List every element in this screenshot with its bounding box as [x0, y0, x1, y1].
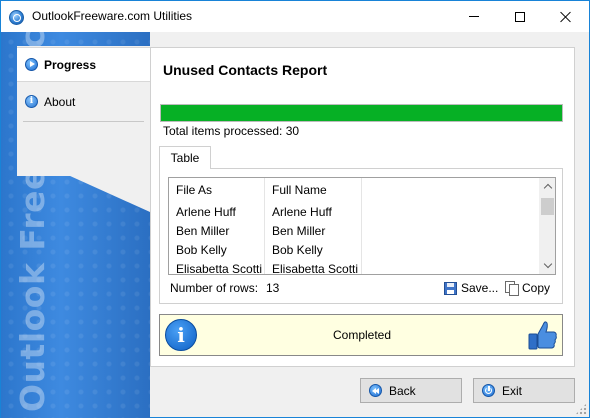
page-title: Unused Contacts Report: [163, 62, 328, 78]
table-cell: Bob Kelly: [169, 240, 265, 259]
close-button[interactable]: [543, 1, 589, 32]
thumbs-up-icon: [528, 321, 557, 350]
back-label: Back: [389, 383, 416, 398]
progress-bar: [160, 104, 563, 122]
table-cell: Arlene Huff: [265, 202, 362, 221]
save-label: Save...: [461, 281, 499, 295]
app-window: OutlookFreeware.com Utilities Outlook Fr…: [0, 0, 590, 418]
column-header-file-as[interactable]: File As: [169, 178, 265, 202]
sidebar: Outlook Freeware .com Progress i About: [1, 32, 150, 418]
status-text: Completed: [332, 328, 392, 342]
sidebar-item-label: About: [44, 94, 76, 109]
sidebar-divider: [23, 121, 144, 122]
sidebar-item-progress[interactable]: Progress: [17, 47, 150, 82]
exit-button[interactable]: Exit: [473, 378, 575, 403]
column-header-full-name[interactable]: Full Name: [265, 178, 362, 202]
table-cell: Ben Miller: [169, 221, 265, 240]
window-title: OutlookFreeware.com Utilities: [32, 9, 193, 23]
main-panel: Unused Contacts Report Total items proce…: [150, 47, 575, 367]
save-icon: [444, 281, 457, 295]
minimize-icon: [469, 16, 479, 17]
tab-table[interactable]: Table: [159, 146, 211, 169]
table-scrollbar[interactable]: [539, 178, 555, 274]
status-panel: Completed i: [159, 314, 563, 356]
progress-fill: [161, 105, 562, 121]
sidebar-item-about[interactable]: i About: [17, 84, 150, 119]
info-icon: i: [165, 319, 197, 351]
app-logo-icon: [9, 10, 24, 25]
close-icon: [560, 11, 572, 23]
power-icon: [482, 384, 495, 397]
resize-grip[interactable]: [575, 403, 587, 415]
sidebar-item-label: Progress: [44, 57, 97, 72]
back-button[interactable]: Back: [360, 378, 462, 403]
play-icon: [25, 58, 38, 71]
info-icon: i: [25, 95, 38, 108]
copy-button[interactable]: Copy: [505, 278, 550, 298]
exit-label: Exit: [502, 383, 523, 398]
chevron-down-icon: [543, 259, 552, 269]
save-button[interactable]: Save...: [444, 278, 498, 298]
table-row[interactable]: Bob Kelly Bob Kelly: [169, 240, 539, 259]
results-table[interactable]: File As Full Name Arlene Huff Arlene Huf…: [168, 177, 556, 275]
scroll-thumb[interactable]: [541, 198, 554, 215]
scroll-down-button[interactable]: [539, 257, 555, 274]
table-cell: Arlene Huff: [169, 202, 265, 221]
table-row[interactable]: Elisabetta Scotti Elisabetta Scotti: [169, 259, 539, 274]
row-count-label: Number of rows:: [170, 281, 259, 295]
table-cell: Elisabetta Scotti: [169, 259, 265, 274]
table-row[interactable]: Ben Miller Ben Miller: [169, 221, 539, 240]
table-cell: Ben Miller: [265, 221, 362, 240]
tab-content: File As Full Name Arlene Huff Arlene Huf…: [159, 168, 563, 304]
maximize-icon: [515, 11, 525, 22]
chevron-up-icon: [543, 183, 552, 193]
row-count-value: 13: [266, 281, 280, 295]
rewind-icon: [369, 384, 382, 397]
title-bar: OutlookFreeware.com Utilities: [1, 1, 589, 32]
table-cell: Bob Kelly: [265, 240, 362, 259]
table-cell: Elisabetta Scotti: [265, 259, 362, 274]
minimize-button[interactable]: [451, 1, 497, 32]
maximize-button[interactable]: [497, 1, 543, 32]
total-items-label: Total items processed: 30: [163, 124, 300, 138]
table-row[interactable]: Arlene Huff Arlene Huff: [169, 202, 539, 221]
copy-icon: [505, 281, 519, 296]
copy-label: Copy: [522, 281, 551, 295]
scroll-up-button[interactable]: [539, 178, 555, 195]
